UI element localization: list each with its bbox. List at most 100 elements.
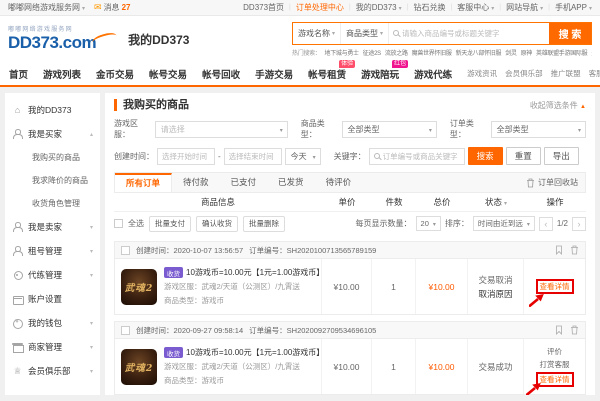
nav-account-trade[interactable]: 帐号交易 xyxy=(149,67,187,81)
batch-delete-button[interactable]: 批量删除 xyxy=(243,216,285,232)
topbar-link-diamond[interactable]: 钻石兑换 xyxy=(413,2,445,13)
nav-promotion[interactable]: 推广联盟 xyxy=(551,68,581,79)
hot-search-item[interactable]: 魔兽世界怀旧服 xyxy=(412,48,452,57)
sidebar-item-price-cut-requests[interactable]: 我求降价的商品 xyxy=(5,169,100,192)
cancel-reason-link[interactable]: 取消原因 xyxy=(478,288,512,300)
batch-pay-button[interactable]: 批量支付 xyxy=(149,216,191,232)
hot-search-item[interactable]: 流放之路 xyxy=(385,48,408,57)
sidebar-item-receive-role-mgmt[interactable]: 收货角色管理 xyxy=(5,192,100,215)
filter-export-button[interactable]: 导出 xyxy=(544,147,579,165)
headset-icon xyxy=(12,270,23,280)
view-detail-link[interactable]: 查看详情 xyxy=(536,372,574,387)
order-recycle-bin[interactable]: 订单回收站 xyxy=(526,177,585,188)
order-row: 创建时间：2020-10-07 13:56:57 订单编号：SH20201007… xyxy=(114,241,586,315)
topbar-link-order-center[interactable]: 订单处理中心 xyxy=(296,2,344,13)
quick-date-select[interactable]: 今天 xyxy=(285,148,321,165)
sidebar-item-merchant-mgmt[interactable]: 商家管理▾ xyxy=(5,335,100,359)
panel-title: 我购买的商品 xyxy=(114,99,189,111)
logo[interactable]: 嘟嘟网络游戏服务网 DD373.com xyxy=(8,27,96,52)
tip-service-link[interactable]: 打赏客服 xyxy=(540,359,570,370)
sidebar-item-buyer[interactable]: 我是买家▴ xyxy=(5,122,100,146)
page-size-select[interactable]: 20 xyxy=(416,216,441,231)
review-link[interactable]: 评价 xyxy=(547,346,562,357)
topbar-link-app[interactable]: 手机APP▾ xyxy=(555,2,592,13)
hot-search: 热门搜索： 地下城与勇士 征途2S 流放之路 魔兽世界怀旧服 新天龙八部怀旧服 … xyxy=(292,48,592,57)
trash-icon[interactable] xyxy=(570,325,579,335)
chevron-down-icon: ▾ xyxy=(82,6,85,12)
nav-member-club[interactable]: 会员俱乐部 xyxy=(505,68,543,79)
product-server: 游戏区服：武魂2/天道（公测区）/九霄送 xyxy=(164,281,315,292)
order-checkbox[interactable] xyxy=(121,246,130,255)
search-game-select[interactable]: 游戏名称▾ xyxy=(293,23,341,44)
end-time-input[interactable] xyxy=(224,148,282,165)
hot-search-item[interactable]: 英雄联盟手游国际服 xyxy=(536,48,587,57)
sidebar-item-leveling-mgmt[interactable]: 代练管理▾ xyxy=(5,263,100,287)
game-area-select[interactable]: 请选择 xyxy=(155,121,288,138)
trash-icon[interactable] xyxy=(570,245,579,255)
sidebar-item-seller[interactable]: 我是卖家▾ xyxy=(5,215,100,239)
keyword-input[interactable] xyxy=(383,152,460,161)
search-input[interactable] xyxy=(402,29,545,38)
chevron-down-icon: ▾ xyxy=(380,30,383,37)
tab-shipped[interactable]: 已发货 xyxy=(267,173,315,192)
hot-search-item[interactable]: 地下城与勇士 xyxy=(325,48,359,57)
header-quantity: 件数 xyxy=(372,196,416,208)
collapse-filter-toggle[interactable]: 收起筛选条件 ▲ xyxy=(530,100,586,111)
sidebar-item-wallet[interactable]: 我的钱包▾ xyxy=(5,311,100,335)
topbar-link-home[interactable]: DD373首页 xyxy=(243,2,284,13)
confirm-receipt-button[interactable]: 确认收货 xyxy=(196,216,238,232)
nav-customer-service[interactable]: 客服中心 xyxy=(589,68,600,79)
nav-home[interactable]: 首页 xyxy=(9,67,28,81)
nav-mobile-trade[interactable]: 手游交易 xyxy=(255,67,293,81)
hot-search-item[interactable]: 征途2S xyxy=(363,48,381,57)
prev-page-button[interactable]: ‹ xyxy=(539,217,553,231)
site-name-link[interactable]: 嘟嘟网络游戏服务网▾ xyxy=(8,2,85,13)
product-title-link[interactable]: 10游戏币=10.00元【1元=1.00游戏币】 xyxy=(186,347,324,358)
nav-game-news[interactable]: 游戏资讯 xyxy=(467,68,497,79)
search-button[interactable]: 搜 索 xyxy=(549,23,591,44)
filter-reset-button[interactable]: 重置 xyxy=(506,147,541,165)
sidebar-item-purchased-goods[interactable]: 我购买的商品 xyxy=(5,146,100,169)
sidebar-item-rent-mgmt[interactable]: 租号管理▾ xyxy=(5,239,100,263)
bookmark-icon[interactable] xyxy=(555,245,563,255)
hot-search-item[interactable]: 天涯明月刀 xyxy=(591,48,592,57)
filter-search-button[interactable]: 搜索 xyxy=(468,147,503,165)
nav-game-companion[interactable]: 游戏陪玩红包 xyxy=(361,67,399,81)
topbar-link-sitenav[interactable]: 网站导航▾ xyxy=(506,2,543,13)
nav-account-recycle[interactable]: 帐号回收 xyxy=(202,67,240,81)
sidebar-item-my-dd373[interactable]: ⌂我的DD373 xyxy=(5,98,100,122)
order-type-select[interactable]: 全部类型 xyxy=(491,121,586,138)
divider: | xyxy=(289,4,291,11)
main-nav: 首页 游戏列表 金币交易 帐号交易 帐号回收 手游交易 帐号租赁体验 游戏陪玩红… xyxy=(0,62,600,87)
select-all-checkbox[interactable] xyxy=(114,219,123,228)
tab-pending-payment[interactable]: 待付款 xyxy=(172,173,220,192)
product-type-select[interactable]: 全部类型 xyxy=(342,121,437,138)
topbar-link-my-dd373[interactable]: 我的DD373▾ xyxy=(356,2,402,13)
nav-game-list[interactable]: 游戏列表 xyxy=(43,67,81,81)
header-status-sort[interactable]: 状态▾ xyxy=(468,196,524,208)
product-title-link[interactable]: 10游戏币=10.00元【1元=1.00游戏币】 xyxy=(186,267,324,278)
tab-pending-review[interactable]: 待评价 xyxy=(315,173,363,192)
messages-link[interactable]: ✉消息27 xyxy=(94,2,130,13)
nav-coin-trade[interactable]: 金币交易 xyxy=(96,67,134,81)
tab-all-orders[interactable]: 所有订单 xyxy=(115,173,172,192)
order-checkbox[interactable] xyxy=(121,326,130,335)
sort-select[interactable]: 时间由近到远 xyxy=(473,216,535,231)
nav-account-rent[interactable]: 帐号租赁体验 xyxy=(308,67,346,81)
sidebar-item-member-club[interactable]: ♕会员俱乐部▾ xyxy=(5,359,100,383)
hot-search-item[interactable]: 新天龙八部怀旧服 xyxy=(456,48,502,57)
bookmark-icon[interactable] xyxy=(555,325,563,335)
hot-search-item[interactable]: 剑灵 xyxy=(505,48,516,57)
search-type-select[interactable]: 商品类型▾ xyxy=(341,23,389,44)
hot-search-item[interactable]: 原神 xyxy=(521,48,532,57)
unit-price-value: ¥10.00 xyxy=(321,339,371,394)
nav-power-leveling[interactable]: 游戏代练 xyxy=(414,67,452,81)
sidebar-item-account-settings[interactable]: 账户设置 xyxy=(5,287,100,311)
view-detail-link[interactable]: 查看详情 xyxy=(536,279,574,294)
next-page-button[interactable]: › xyxy=(572,217,586,231)
tab-paid[interactable]: 已支付 xyxy=(220,173,268,192)
topbar-link-service[interactable]: 客服中心▾ xyxy=(457,2,494,13)
start-time-input[interactable] xyxy=(157,148,215,165)
chevron-down-icon: ▾ xyxy=(504,201,507,207)
chevron-down-icon: ▾ xyxy=(589,6,592,12)
